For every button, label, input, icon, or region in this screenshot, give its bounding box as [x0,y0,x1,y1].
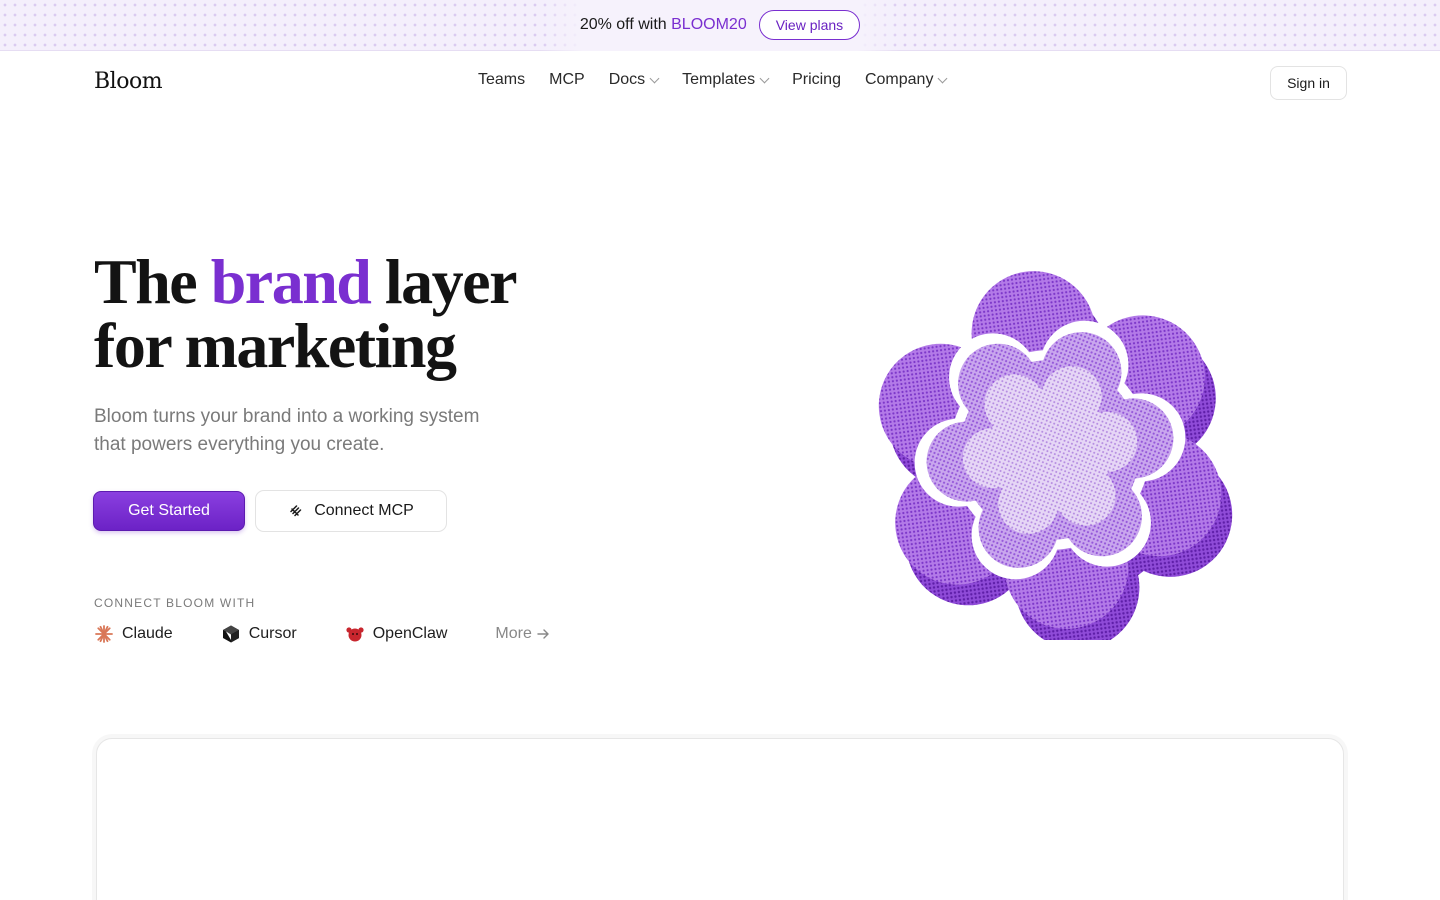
product-preview-card [96,738,1344,900]
headline-line2: for marketing [94,310,457,381]
nav-link-label: Docs [608,71,646,88]
connect-mcp-label: Connect MCP [314,502,414,519]
nav-link-label: Teams [478,71,526,88]
hero-headline: The brand layer for marketing [94,250,654,378]
view-plans-button[interactable]: View plans [758,10,861,40]
promo-prefix: 20% off with [579,16,672,33]
more-integrations-link[interactable]: More [495,625,549,643]
nav-link-label: Company [864,71,934,88]
sign-in-button[interactable]: Sign in [1270,66,1347,100]
nav-link-mcp[interactable]: MCP [549,71,585,89]
integration-label: Cursor [248,625,297,642]
nav-link-label: Templates [682,71,756,88]
headline-word: layer [370,246,518,317]
integration-label: Claude [122,625,173,642]
integration-claude[interactable]: Claude [94,624,173,644]
nav-link-label: Pricing [792,71,841,88]
integration-cursor[interactable]: Cursor [221,624,297,644]
promo-banner: 20% off with BLOOM20 View plans [0,0,1440,51]
nav-link-label: MCP [549,71,585,88]
top-nav: Bloom Teams MCP Docs Templates Pricing C… [0,51,1440,115]
nav-link-teams[interactable]: Teams [478,71,525,89]
chevron-down-icon [649,73,660,83]
get-started-button[interactable]: Get Started [93,491,245,531]
connect-label: CONNECT BLOOM WITH [94,596,256,610]
nav-link-docs[interactable]: Docs [608,71,660,89]
logo[interactable]: Bloom [94,69,163,94]
promo-text: 20% off with BLOOM20 [580,16,747,34]
chevron-down-icon [759,73,770,83]
integration-label: OpenClaw [372,625,448,642]
openclaw-icon [346,627,364,642]
nav-links: Teams MCP Docs Templates Pricing Company [478,71,948,89]
promo-content: 20% off with BLOOM20 View plans [539,0,901,51]
chevron-down-icon [938,73,948,83]
hero-flower-illustration [878,271,1233,640]
promo-code: BLOOM20 [671,16,747,33]
headline-word: The [94,246,211,317]
hero-subtitle: Bloom turns your brand into a working sy… [94,406,480,455]
integrations-list: Claude Cursor OpenClaw More [94,624,550,644]
integration-openclaw[interactable]: OpenClaw [345,624,448,644]
mcp-icon [290,505,302,517]
headline-accent: brand [210,246,372,317]
cursor-icon [222,625,239,643]
connect-mcp-button[interactable]: Connect MCP [255,490,447,532]
claude-icon [95,625,113,643]
arrow-right-icon [537,629,549,639]
nav-link-company[interactable]: Company [864,71,948,89]
nav-link-pricing[interactable]: Pricing [792,71,841,89]
nav-link-templates[interactable]: Templates [682,71,770,89]
more-label: More [495,625,532,642]
